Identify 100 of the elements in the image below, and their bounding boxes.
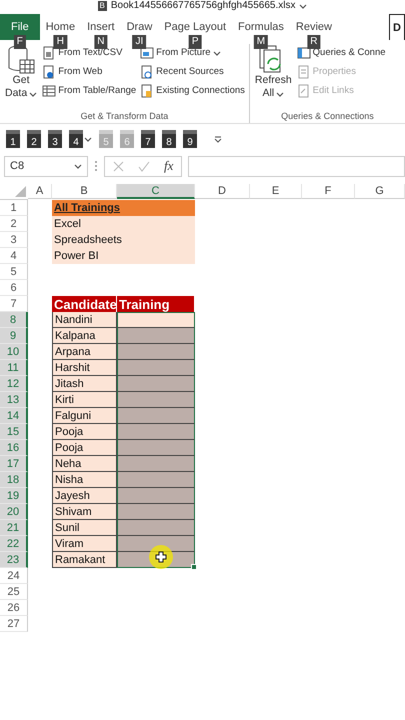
name-box[interactable]: C8	[4, 156, 88, 176]
table-cell[interactable]	[117, 360, 195, 376]
ribbon-button[interactable]: From Table/Range	[41, 82, 138, 99]
ribbon-button[interactable]: From Web	[41, 63, 138, 80]
document-icon	[42, 64, 56, 78]
row-header[interactable]: 5	[0, 264, 28, 280]
row-header[interactable]: 8	[0, 312, 28, 328]
row-header[interactable]: 10	[0, 344, 28, 360]
table-cell[interactable]	[117, 424, 195, 440]
close-icon	[113, 160, 124, 172]
row-header[interactable]: 15	[0, 424, 28, 440]
row-header[interactable]: 25	[0, 584, 28, 600]
document-icon	[42, 46, 56, 60]
row-header[interactable]: 14	[0, 408, 28, 424]
row-header[interactable]: 1	[0, 200, 28, 216]
table-cell[interactable]	[117, 328, 195, 344]
row-header[interactable]: 27	[0, 616, 28, 632]
keytip: R	[307, 35, 321, 49]
table-cell: Ramakant	[52, 552, 117, 568]
quick-access-button[interactable]: 9	[183, 130, 197, 148]
column-header[interactable]: G	[355, 184, 405, 199]
database-icon	[6, 44, 36, 74]
row-header[interactable]: 6	[0, 280, 28, 296]
row-header[interactable]: 13	[0, 392, 28, 408]
keytip: JI	[132, 35, 146, 49]
table-cell: Nandini	[52, 312, 117, 328]
row-header[interactable]: 2	[0, 216, 28, 232]
table-cell[interactable]	[117, 456, 195, 472]
picture-icon	[140, 46, 154, 60]
column-header[interactable]: B	[52, 184, 117, 199]
table-cell: Spreadsheets	[52, 232, 195, 248]
row-header[interactable]: 18	[0, 472, 28, 488]
row-header[interactable]: 20	[0, 504, 28, 520]
keytip: P	[188, 35, 202, 49]
quick-access-button[interactable]: 3	[48, 130, 62, 148]
more-icon	[94, 160, 98, 172]
fill-handle[interactable]	[191, 564, 197, 570]
list-heading: All Trainings	[52, 200, 195, 216]
table-cell[interactable]	[117, 488, 195, 504]
row-header[interactable]: 3	[0, 232, 28, 248]
table-cell: Jayesh	[52, 488, 117, 504]
caret-icon	[74, 163, 82, 169]
keytip: H	[54, 35, 68, 49]
table-cell[interactable]	[117, 344, 195, 360]
table-cell[interactable]	[117, 504, 195, 520]
table-icon	[42, 84, 56, 98]
formula-input[interactable]	[188, 156, 405, 176]
table-cell: Falguni	[52, 408, 117, 424]
quick-access-button[interactable]: 4	[69, 130, 83, 148]
row-header[interactable]: 9	[0, 328, 28, 344]
quick-access-button[interactable]: 8	[162, 130, 176, 148]
table-cell: Harshit	[52, 360, 117, 376]
table-cell[interactable]	[117, 536, 195, 552]
row-header[interactable]: 19	[0, 488, 28, 504]
table-cell[interactable]	[117, 440, 195, 456]
table-cell[interactable]	[117, 472, 195, 488]
quick-access-button[interactable]: 7	[141, 130, 155, 148]
table-cell[interactable]	[117, 520, 195, 536]
table-cell[interactable]	[117, 408, 195, 424]
customize-icon	[214, 136, 222, 142]
table-cell: Arpana	[52, 344, 117, 360]
table-cell: Viram	[52, 536, 117, 552]
ribbon-tab[interactable]: D	[389, 14, 405, 40]
row-header[interactable]: 4	[0, 248, 28, 264]
table-cell[interactable]	[117, 312, 195, 328]
row-header[interactable]: 23	[0, 552, 28, 568]
column-header[interactable]: A	[28, 184, 52, 199]
ribbon-button[interactable]: Recent Sources	[139, 63, 246, 80]
document-icon	[140, 84, 154, 98]
table-cell: Sunil	[52, 520, 117, 536]
function-button[interactable]: fx	[164, 158, 174, 174]
column-header[interactable]: F	[302, 184, 355, 199]
column-heading: Training	[117, 296, 195, 312]
keytip: B	[98, 1, 107, 11]
quick-access-button[interactable]: 2	[27, 130, 41, 148]
column-header[interactable]: D	[195, 184, 250, 199]
table-cell: Kirti	[52, 392, 117, 408]
quick-access-button[interactable]: 1	[6, 130, 20, 148]
table-cell: Jitash	[52, 376, 117, 392]
row-header[interactable]: 11	[0, 360, 28, 376]
select-all-icon	[15, 186, 26, 197]
row-header[interactable]: 12	[0, 376, 28, 392]
table-cell: Power BI	[52, 248, 195, 264]
table-cell: Pooja	[52, 424, 117, 440]
row-header[interactable]: 16	[0, 440, 28, 456]
row-header[interactable]: 21	[0, 520, 28, 536]
keytip: N	[94, 35, 108, 49]
keytip: M	[254, 35, 268, 49]
row-header[interactable]: 22	[0, 536, 28, 552]
row-header[interactable]: 17	[0, 456, 28, 472]
caret-icon	[299, 3, 308, 9]
panel-icon	[296, 46, 311, 60]
ribbon-button[interactable]: Existing Connections	[139, 82, 246, 99]
group-label: Queries & Connections	[280, 110, 375, 123]
table-cell[interactable]	[117, 392, 195, 408]
column-header[interactable]: E	[250, 184, 302, 199]
column-header[interactable]: C	[117, 184, 195, 199]
table-cell[interactable]	[117, 376, 195, 392]
row-header[interactable]: 26	[0, 600, 28, 616]
row-header[interactable]: 24	[0, 568, 28, 584]
